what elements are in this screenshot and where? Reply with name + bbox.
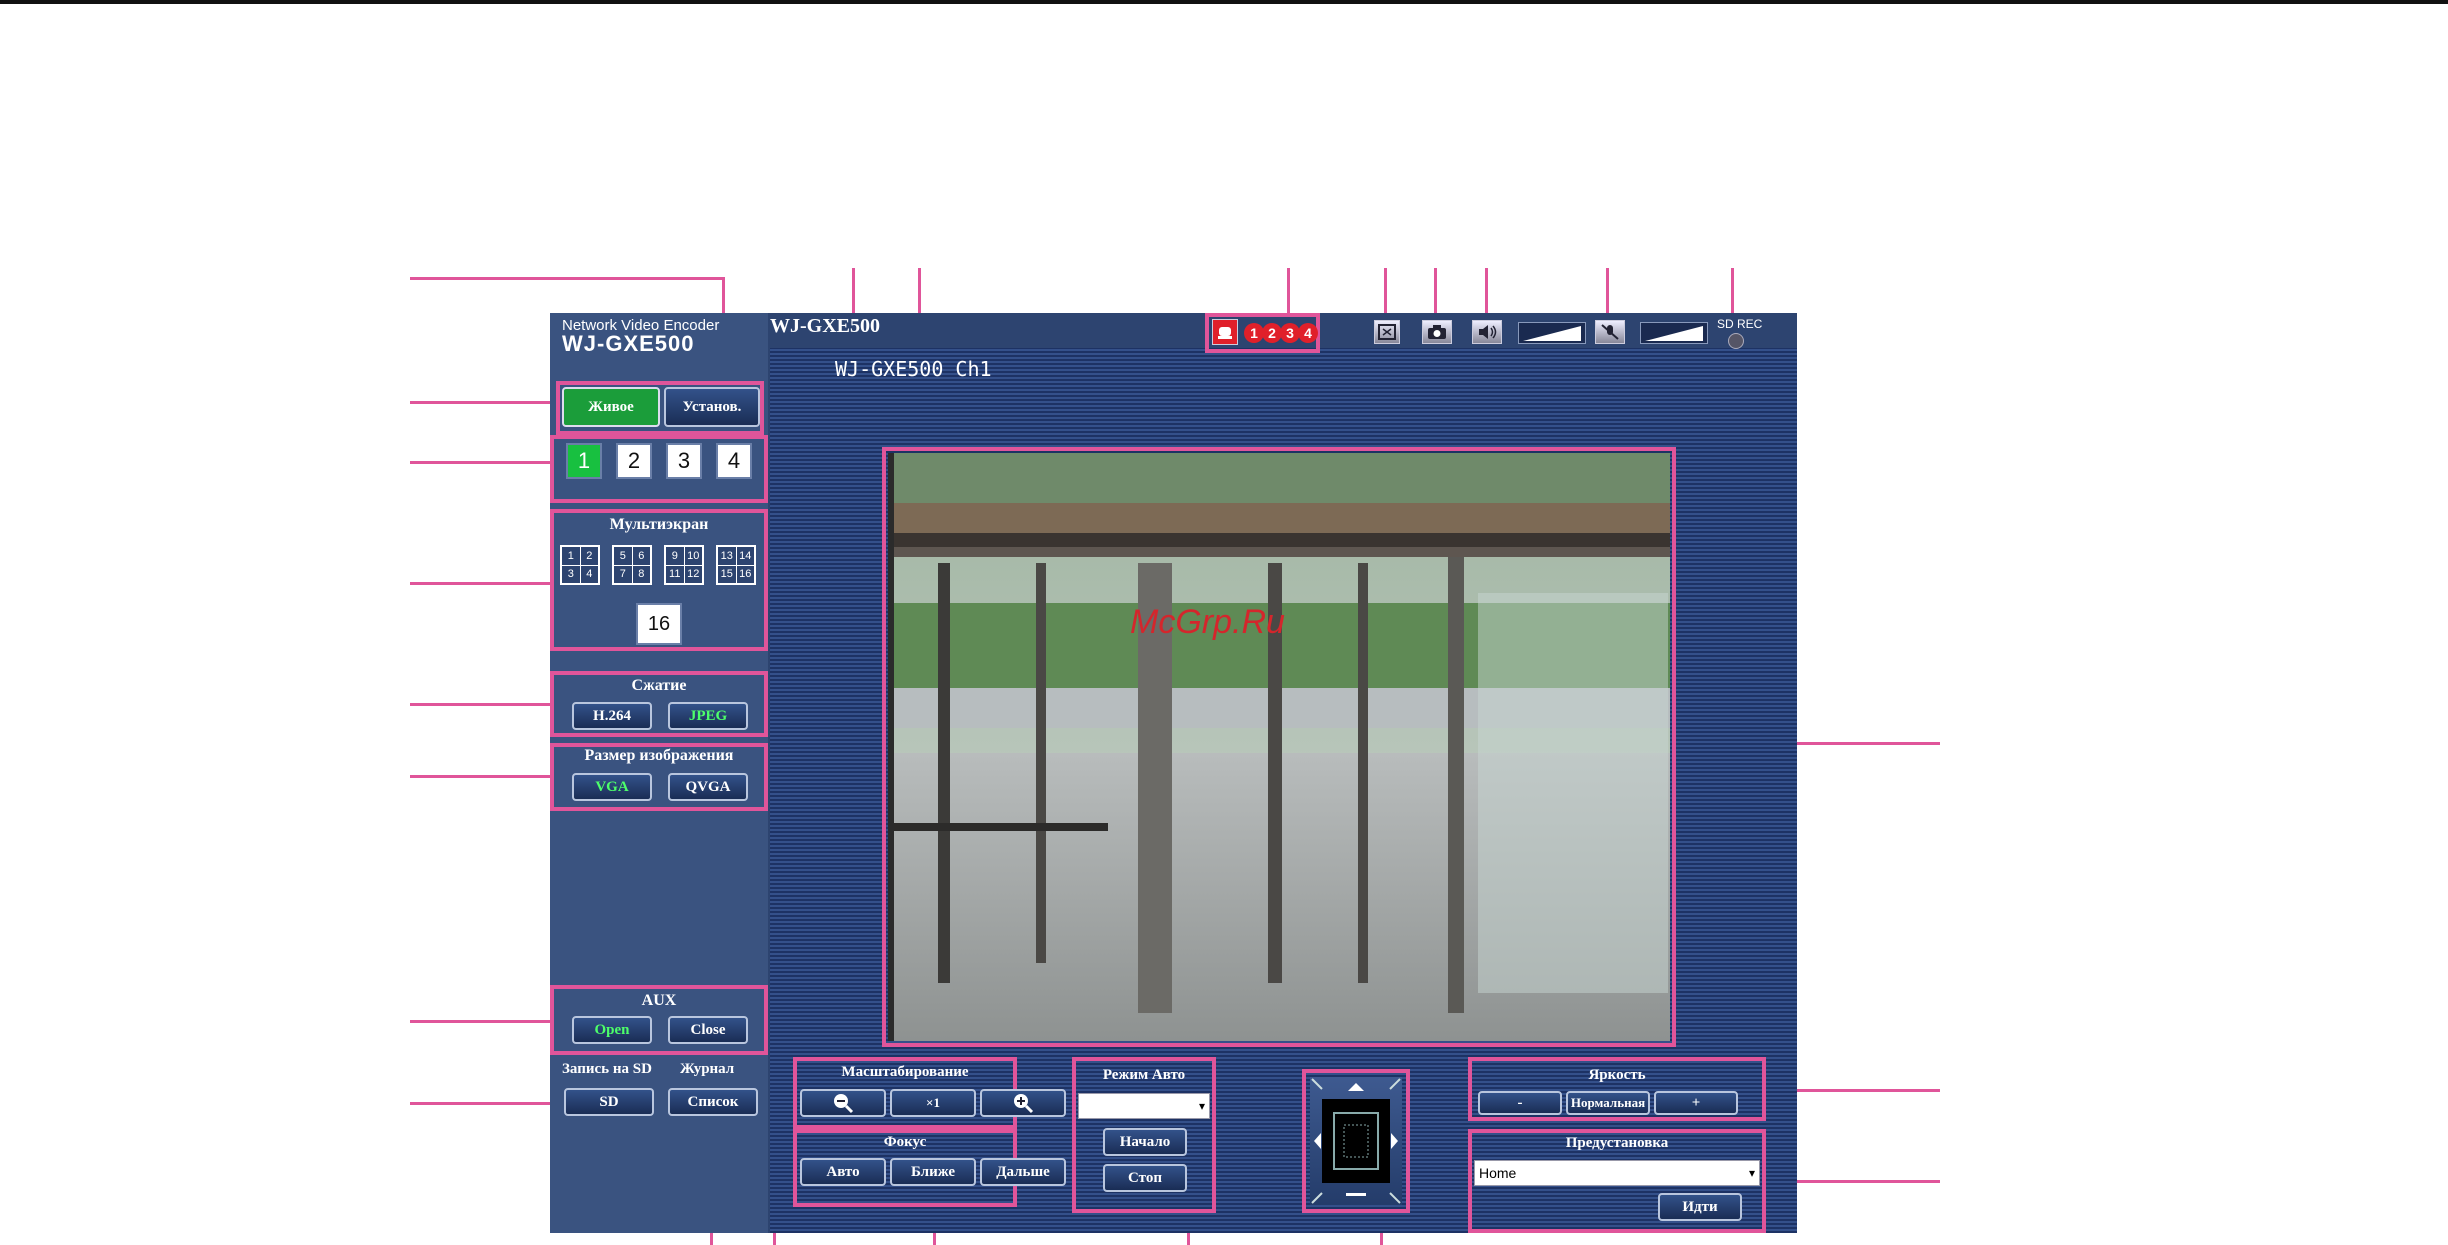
auto-mode-stop-button[interactable]: Стоп [1103,1164,1187,1192]
auto-mode-start-button[interactable]: Начало [1103,1128,1187,1156]
callout-line [1384,268,1387,313]
channel-button-1[interactable]: 1 [566,443,602,479]
multiscreen-16-button[interactable]: 16 [636,603,682,645]
zoom-in-button[interactable] [980,1089,1066,1117]
callout-line [410,775,553,778]
encoder-web-ui: Network Video Encoder WJ-GXE500 Живое Ус… [550,313,1797,1233]
alarm-indicator-3: 3 [1280,323,1300,343]
channel-button-3[interactable]: 3 [666,443,702,479]
multiscreen-5-8-button[interactable]: 56 78 [612,545,652,585]
callout-line [410,703,553,706]
vga-button[interactable]: VGA [572,773,652,801]
speaker-icon[interactable] [1472,320,1502,344]
channel-button-4[interactable]: 4 [716,443,752,479]
focus-auto-button[interactable]: Авто [800,1158,886,1186]
callout-line [1434,268,1437,313]
multiscreen-9-12-button[interactable]: 9 10 11 12 [664,545,704,585]
aux-open-button[interactable]: Open [572,1016,652,1044]
auto-mode-select[interactable] [1078,1093,1210,1119]
log-list-button[interactable]: Список [668,1088,758,1116]
tab-live[interactable]: Живое [562,387,660,427]
fullscreen-icon[interactable] [1374,320,1400,344]
brightness-normal-button[interactable]: Нормальная [1566,1091,1650,1115]
zoom-out-icon [834,1094,854,1114]
aux-close-button[interactable]: Close [668,1016,748,1044]
callout-line [1485,268,1488,313]
zoom-title: Масштабирование [841,1064,969,1080]
compression-title: Сжатие [631,677,687,694]
aux-title: AUX [641,992,677,1009]
live-camera-image[interactable] [888,453,1670,1041]
callout-line [410,1020,553,1023]
callout-line [410,277,725,280]
alarm-reset-icon[interactable] [1212,319,1238,345]
osd-camera-name: WJ-GXE500 Ch1 [835,357,992,381]
callout-line [410,1102,553,1105]
speaker-volume-slider[interactable] [1518,322,1586,344]
ptz-control-pad[interactable] [1310,1077,1402,1205]
snapshot-camera-icon[interactable] [1422,320,1452,344]
zoom-reset-button[interactable]: ×1 [890,1089,976,1117]
callout-line [410,401,553,404]
alarm-indicator-2: 2 [1262,323,1282,343]
mic-volume-slider[interactable] [1640,322,1708,344]
image-size-title: Размер изображения [584,747,734,764]
channel-button-2[interactable]: 2 [616,443,652,479]
sidebar: Network Video Encoder WJ-GXE500 Живое Ус… [550,313,768,1233]
sd-record-title: Запись на SD [562,1061,652,1077]
alarm-indicator-1: 1 [1244,323,1264,343]
mic-mute-icon[interactable] [1595,320,1625,344]
brightness-title: Яркость [1588,1067,1646,1083]
brand-model: WJ-GXE500 [562,331,695,356]
watermark: McGrp.Ru [1130,603,1285,641]
sd-rec-label: SD REC [1717,317,1763,331]
sd-button[interactable]: SD [564,1088,654,1116]
preset-select[interactable]: Home [1474,1160,1760,1186]
multiscreen-13-16-button[interactable]: 13 14 15 16 [716,545,756,585]
callout-line [852,268,855,313]
auto-mode-title: Режим Авто [1102,1067,1186,1083]
preset-go-button[interactable]: Идти [1658,1193,1742,1221]
alarm-indicator-4: 4 [1298,323,1318,343]
jpeg-button[interactable]: JPEG [668,702,748,730]
brightness-minus-button[interactable]: - [1478,1091,1562,1115]
log-title: Журнал [680,1061,735,1077]
sd-rec-indicator [1728,333,1744,349]
camera-title: WJ-GXE500 [770,315,880,337]
preset-title: Предустановка [1565,1135,1669,1151]
callout-line [410,582,553,585]
tab-setup[interactable]: Установ. [664,387,760,427]
focus-far-button[interactable]: Дальше [980,1158,1066,1186]
zoom-out-button[interactable] [800,1089,886,1117]
focus-title: Фокус [883,1134,927,1150]
focus-near-button[interactable]: Ближе [890,1158,976,1186]
callout-line [1287,268,1290,313]
h264-button[interactable]: H.264 [572,702,652,730]
callout-line [1731,268,1734,313]
top-rule [0,0,2448,4]
zoom-in-icon [1014,1094,1034,1114]
callout-line [410,461,553,464]
brightness-plus-button[interactable]: + [1654,1091,1738,1115]
multiscreen-1-4-button[interactable]: 12 34 [560,545,600,585]
multiscreen-title: Мультиэкран [609,516,709,533]
qvga-button[interactable]: QVGA [668,773,748,801]
callout-line [1606,268,1609,313]
